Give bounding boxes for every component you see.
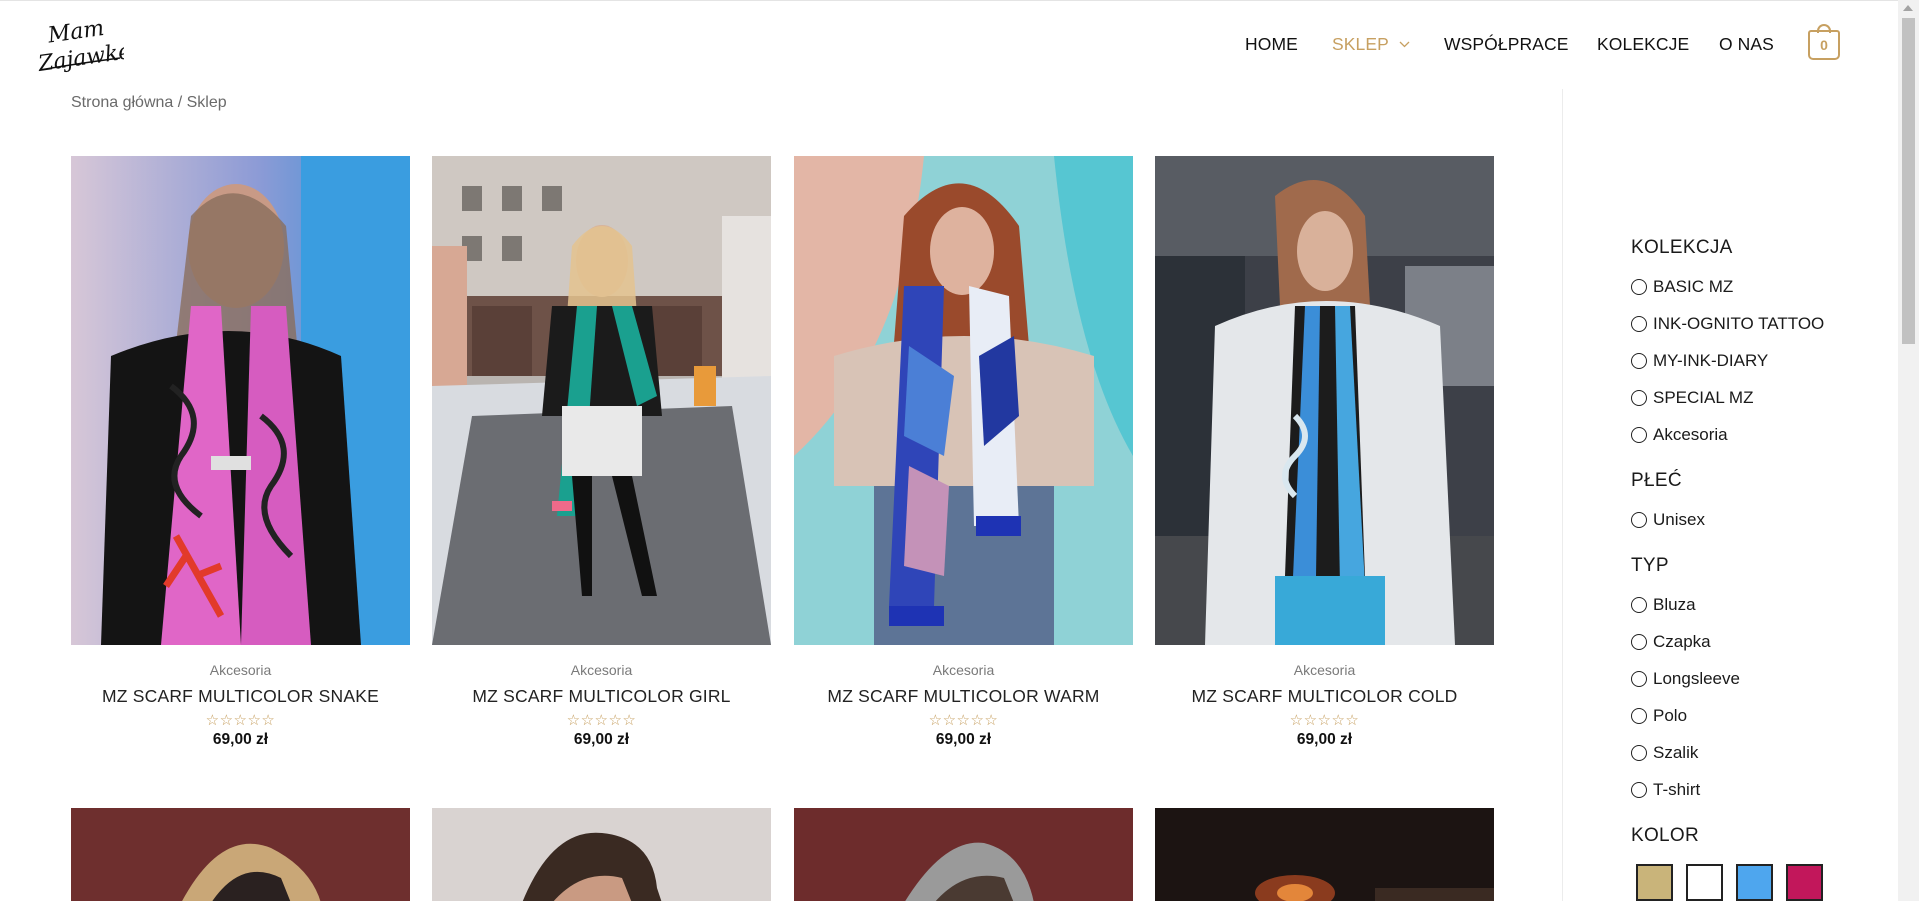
cart-count: 0 [1820,37,1828,53]
product-title[interactable]: MZ SCARF MULTICOLOR COLD [1155,686,1494,707]
color-swatch[interactable] [1686,864,1723,901]
radio-icon[interactable] [1631,670,1647,687]
filter-kolekcja: KOLEKCJA BASIC MZ INK-OGNITO TATTOO MY-I… [1631,234,1891,453]
filter-option[interactable]: Czapka [1631,623,1891,660]
product-image[interactable] [71,808,410,901]
radio-icon[interactable] [1631,633,1647,650]
chevron-down-icon [1399,41,1410,47]
product-card[interactable]: Akcesoria MZ SCARF MULTICOLOR GIRL ☆☆☆☆☆… [432,156,771,749]
product-category[interactable]: Akcesoria [1155,662,1494,678]
color-swatch[interactable] [1786,864,1823,901]
product-image[interactable] [794,156,1133,645]
filter-option-label: T-shirt [1653,779,1701,799]
filter-option-label: INK-OGNITO TATTOO [1653,313,1825,333]
radio-icon[interactable] [1631,744,1647,761]
filter-option-label: SPECIAL MZ [1653,387,1754,407]
radio-icon[interactable] [1631,426,1647,443]
product-price: 69,00 zł [935,731,992,748]
radio-icon[interactable] [1631,315,1647,332]
product-title[interactable]: MZ SCARF MULTICOLOR GIRL [432,686,771,707]
product-image[interactable] [1155,808,1494,901]
product-category[interactable]: Akcesoria [71,662,410,678]
sidebar-divider [1562,89,1563,901]
filter-option[interactable]: T-shirt [1631,771,1891,808]
filter-option[interactable]: MY-INK-DIARY [1631,342,1891,379]
color-swatches [1631,864,1891,901]
product-category[interactable]: Akcesoria [432,662,771,678]
filter-option[interactable]: Polo [1631,697,1891,734]
filter-plec: PŁEĆ Unisex [1631,467,1891,538]
filter-option[interactable]: Akcesoria [1631,416,1891,453]
nav-sklep-label: SKLEP [1332,33,1389,54]
filter-option[interactable]: Bluza [1631,586,1891,623]
scroll-up-icon[interactable] [1903,5,1913,11]
radio-icon[interactable] [1631,781,1647,798]
nav-home[interactable]: HOME [1245,34,1298,55]
star-rating-icon: ☆☆☆☆☆ [205,712,276,729]
filter-option[interactable]: INK-OGNITO TATTOO [1631,305,1891,342]
radio-icon[interactable] [1631,352,1647,369]
radio-icon[interactable] [1631,511,1647,528]
star-rating-icon: ☆☆☆☆☆ [566,712,637,729]
product-price: 69,00 zł [1296,731,1353,748]
star-rating-icon: ☆☆☆☆☆ [1289,712,1360,729]
filter-option-label: Unisex [1653,509,1705,529]
filter-option[interactable]: Unisex [1631,501,1891,538]
filter-option-label: Bluza [1653,594,1696,614]
filter-kolor: KOLOR [1631,822,1891,901]
radio-icon[interactable] [1631,707,1647,724]
filter-typ: TYP Bluza Czapka Longsleeve Polo Szalik … [1631,552,1891,808]
color-swatch[interactable] [1636,864,1673,901]
product-title[interactable]: MZ SCARF MULTICOLOR SNAKE [71,686,410,707]
product-image[interactable] [432,156,771,645]
scroll-thumb[interactable] [1902,18,1915,344]
product-category[interactable]: Akcesoria [794,662,1133,678]
filter-sidebar: KOLEKCJA BASIC MZ INK-OGNITO TATTOO MY-I… [1631,234,1891,901]
filter-option-label: BASIC MZ [1653,276,1734,296]
radio-icon[interactable] [1631,596,1647,613]
nav-wspolprace[interactable]: WSPÓŁPRACE [1444,34,1569,55]
radio-icon[interactable] [1631,389,1647,406]
color-swatch[interactable] [1736,864,1773,901]
product-card[interactable]: Akcesoria MZ SCARF MULTICOLOR COLD ☆☆☆☆☆… [1155,156,1494,749]
filter-title-kolekcja: KOLEKCJA [1631,237,1733,258]
product-card[interactable]: Akcesoria MZ SCARF MULTICOLOR SNAKE ☆☆☆☆… [71,156,410,749]
product-card[interactable]: Akcesoria MZ SCARF MULTICOLOR WARM ☆☆☆☆☆… [794,156,1133,749]
star-rating-icon: ☆☆☆☆☆ [928,712,999,729]
product-image[interactable] [794,808,1133,901]
filter-title-plec: PŁEĆ [1631,470,1682,491]
radio-icon[interactable] [1631,278,1647,295]
brand-logo[interactable]: Mam Zajawkę [34,14,124,76]
nav-sklep[interactable]: SKLEP [1332,34,1410,55]
filter-option-label: MY-INK-DIARY [1653,350,1769,370]
nav-o-nas[interactable]: O NAS [1719,34,1774,55]
filter-option-label: Akcesoria [1653,424,1728,444]
product-price: 69,00 zł [212,731,269,748]
product-image[interactable] [1155,156,1494,645]
filter-option-label: Longsleeve [1653,668,1740,688]
filter-option[interactable]: SPECIAL MZ [1631,379,1891,416]
breadcrumb[interactable]: Strona główna / Sklep [71,94,227,112]
filter-option-label: Czapka [1653,631,1711,651]
page-scrollbar[interactable] [1898,0,1919,901]
product-title[interactable]: MZ SCARF MULTICOLOR WARM [794,686,1133,707]
header-border [0,0,1919,1]
nav-kolekcje[interactable]: KOLEKCJE [1597,34,1689,55]
filter-option[interactable]: Szalik [1631,734,1891,771]
filter-title-typ: TYP [1631,555,1669,576]
filter-option[interactable]: Longsleeve [1631,660,1891,697]
filter-option-label: Polo [1653,705,1688,725]
product-image[interactable] [71,156,410,645]
filter-option[interactable]: BASIC MZ [1631,268,1891,305]
filter-title-kolor: KOLOR [1631,825,1700,846]
cart-button[interactable]: 0 [1808,24,1840,60]
filter-option-label: Szalik [1653,742,1699,762]
product-price: 69,00 zł [573,731,630,748]
product-image[interactable] [432,808,771,901]
